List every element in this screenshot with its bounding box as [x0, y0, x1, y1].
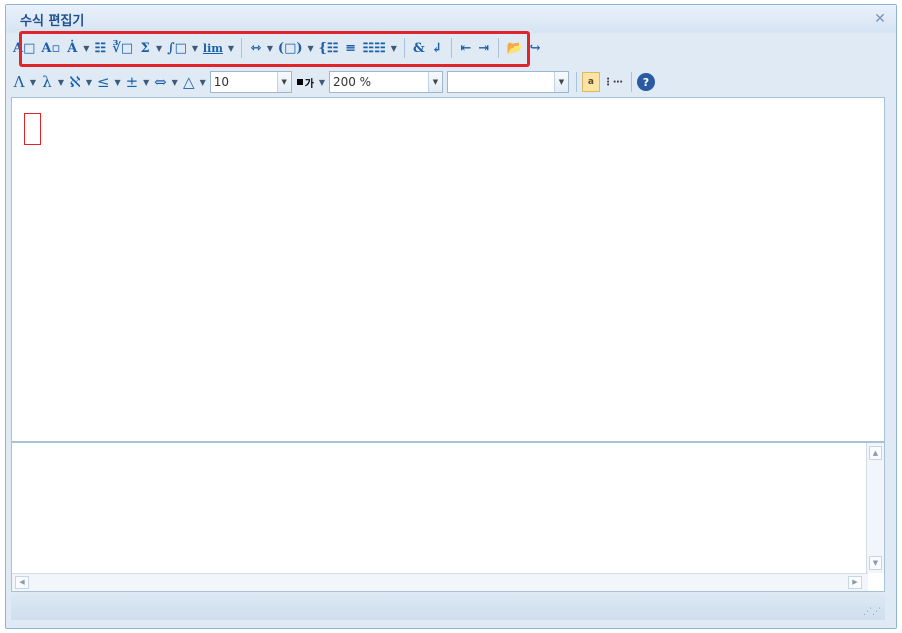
font-size-value: 10: [213, 75, 230, 89]
misc-symbol-button[interactable]: △: [180, 71, 198, 93]
chevron-down-icon[interactable]: ▼: [141, 71, 151, 93]
horizontal-scrollbar[interactable]: ◀ ▶: [12, 573, 868, 591]
text-mode-label: a: [587, 77, 594, 87]
chevron-down-icon[interactable]: ▼: [81, 37, 91, 59]
scroll-up-icon[interactable]: ▲: [869, 446, 882, 460]
move-left-button[interactable]: ⇤: [457, 37, 475, 59]
fraction-button[interactable]: ☷: [91, 37, 109, 59]
export-button[interactable]: ↪: [526, 37, 544, 59]
limit-button[interactable]: lim: [200, 37, 226, 59]
chevron-down-icon[interactable]: ▼: [28, 71, 38, 93]
chevron-down-icon[interactable]: ▼: [317, 71, 327, 93]
chevron-down-icon[interactable]: ▼: [154, 37, 164, 59]
chevron-down-icon[interactable]: ▼: [427, 72, 442, 92]
equation-canvas[interactable]: [11, 97, 885, 442]
root-button[interactable]: ∛□: [109, 37, 136, 59]
zoom-value: 200 %: [332, 75, 372, 89]
greek-lower-button[interactable]: λ: [38, 71, 56, 93]
toolbar-symbols: Λ ▼ λ ▼ ℵ ▼ ≤ ▼ ± ▼ ⇔ ▼ △ ▼ 10 ▼ 가 ▼ 200 % ▼ ▼ a ⋮⋯ ?: [10, 67, 655, 97]
font-name-value: [448, 72, 554, 92]
vertical-scrollbar[interactable]: ▲ ▼: [866, 443, 884, 573]
separator: [497, 38, 499, 58]
chevron-down-icon[interactable]: ▼: [198, 71, 208, 93]
bracket-button[interactable]: (□): [275, 37, 306, 59]
scroll-right-icon[interactable]: ▶: [848, 576, 862, 589]
chevron-down-icon[interactable]: ▼: [389, 37, 399, 59]
text-mode-toggle[interactable]: a: [581, 72, 600, 92]
sum-button[interactable]: Σ: [136, 37, 154, 59]
operator-button[interactable]: ±: [123, 71, 142, 93]
subscript-button[interactable]: A▫: [38, 37, 63, 59]
move-right-button[interactable]: ⇥: [475, 37, 493, 59]
open-folder-button[interactable]: 📂: [504, 37, 526, 59]
zoom-select[interactable]: 200 % ▼: [328, 71, 443, 93]
cases-button[interactable]: {☷: [316, 37, 342, 59]
font-size-select[interactable]: 10 ▼: [209, 71, 292, 93]
chevron-down-icon[interactable]: ▼: [306, 37, 316, 59]
text-color-button[interactable]: 가: [294, 71, 317, 93]
arrow-button[interactable]: ⇔: [151, 71, 170, 93]
newline-button[interactable]: ↲: [428, 37, 446, 59]
chevron-down-icon[interactable]: ▼: [190, 37, 200, 59]
layout-toggle[interactable]: ⋮⋯: [600, 71, 626, 93]
separator: [403, 38, 405, 58]
accent-button[interactable]: Ȧ: [63, 37, 81, 59]
text-color-label: 가: [304, 78, 314, 90]
ampersand-button[interactable]: &: [410, 37, 428, 59]
chevron-down-icon[interactable]: ▼: [226, 37, 236, 59]
integral-button[interactable]: ∫□: [164, 37, 190, 59]
relation-button[interactable]: ≤: [94, 71, 113, 93]
scroll-left-icon[interactable]: ◀: [15, 576, 29, 589]
scroll-down-icon[interactable]: ▼: [869, 556, 882, 570]
greek-upper-button[interactable]: Λ: [10, 71, 28, 93]
chevron-down-icon[interactable]: ▼: [170, 71, 180, 93]
window-title: 수식 편집기: [20, 14, 85, 29]
hebrew-button[interactable]: ℵ: [66, 71, 84, 93]
help-icon[interactable]: ?: [636, 73, 655, 91]
superscript-button[interactable]: A□: [10, 37, 38, 59]
separator: [240, 38, 242, 58]
chevron-down-icon[interactable]: ▼: [276, 72, 291, 92]
separator: [450, 38, 452, 58]
status-bar: ⋰⋰: [11, 594, 885, 620]
chevron-down-icon[interactable]: ▼: [265, 37, 275, 59]
close-icon[interactable]: ✕: [872, 11, 888, 27]
align-button[interactable]: ≡: [342, 37, 360, 59]
separator: [575, 72, 577, 92]
arrow-stack-button[interactable]: ⇿: [247, 37, 265, 59]
chevron-down-icon[interactable]: ▼: [553, 72, 568, 92]
resize-grip-icon[interactable]: ⋰⋰: [863, 607, 881, 617]
toolbar-structures: A□ A▫ Ȧ ▼ ☷ ∛□ Σ ▼ ∫□ ▼ lim ▼ ⇿ ▼ (□) ▼ {☷ ≡ ☷☷ ▼ & ↲ ⇤ ⇥ 📂 ↪: [10, 33, 544, 63]
script-input[interactable]: ▲ ▼ ◀ ▶: [11, 442, 885, 592]
input-placeholder-box[interactable]: [24, 113, 41, 145]
separator: [630, 72, 632, 92]
matrix-button[interactable]: ☷☷: [360, 37, 389, 59]
title-bar[interactable]: 수식 편집기 ✕: [6, 5, 896, 33]
font-name-select[interactable]: ▼: [446, 71, 569, 93]
chevron-down-icon[interactable]: ▼: [56, 71, 66, 93]
chevron-down-icon[interactable]: ▼: [84, 71, 94, 93]
chevron-down-icon[interactable]: ▼: [113, 71, 123, 93]
